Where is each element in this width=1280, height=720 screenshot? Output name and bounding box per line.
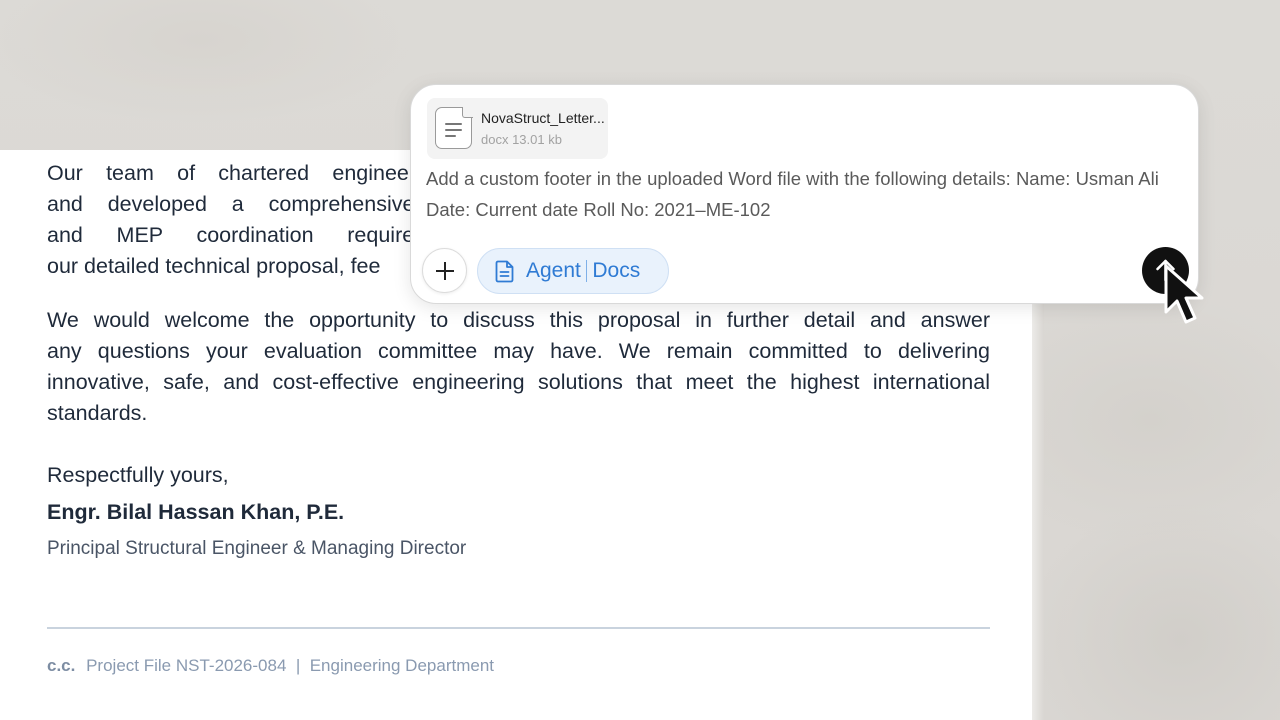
attachment-chip[interactable]: NovaStruct_Letter... docx 13.01 kb <box>427 98 608 159</box>
paragraph-line: and MEP coordination requirement <box>47 223 462 247</box>
attachment-name: NovaStruct_Letter... <box>481 110 605 126</box>
agent-label: Agent <box>526 259 581 282</box>
paragraph-line: standards. <box>47 401 148 425</box>
chat-composer: NovaStruct_Letter... docx 13.01 kb Add a… <box>410 84 1199 304</box>
pill-divider <box>585 260 588 282</box>
agent-mode-label: Docs <box>592 259 641 282</box>
document-icon <box>495 260 514 282</box>
signer-title: Principal Structural Engineer & Managing… <box>47 538 467 559</box>
mouse-pointer-icon <box>1164 264 1204 324</box>
body-paragraph-2: We would welcome the opportunity to disc… <box>47 305 990 429</box>
paragraph-line: innovative, safe, and cost-effective eng… <box>47 370 990 394</box>
signer-name: Engr. Bilal Hassan Khan, P.E. <box>47 500 345 524</box>
document-icon <box>435 106 473 149</box>
agent-mode-button[interactable]: Agent Docs <box>477 248 669 294</box>
cc-line: c.c. Project File NST-2026-084 | Enginee… <box>47 656 494 676</box>
attachment-meta: docx 13.01 kb <box>481 132 562 147</box>
paragraph-line: our detailed technical proposal, fee <box>47 254 381 278</box>
cc-text: Project File NST-2026-084 | Engineering … <box>86 656 494 675</box>
paragraph-line: We would welcome the opportunity to disc… <box>47 308 990 332</box>
cc-label: c.c. <box>47 656 76 675</box>
body-paragraph-1: Our team of chartered engineers a and de… <box>47 158 462 282</box>
letter-closing: Respectfully yours, <box>47 463 229 487</box>
add-attachment-button[interactable] <box>422 248 467 293</box>
paragraph-line: and developed a comprehensive so <box>47 192 462 216</box>
prompt-input[interactable]: Add a custom footer in the uploaded Word… <box>426 163 1186 225</box>
footer-divider <box>47 627 990 629</box>
paragraph-line: any questions your evaluation committee … <box>47 339 990 363</box>
paragraph-line: Our team of chartered engineers a <box>47 161 462 185</box>
